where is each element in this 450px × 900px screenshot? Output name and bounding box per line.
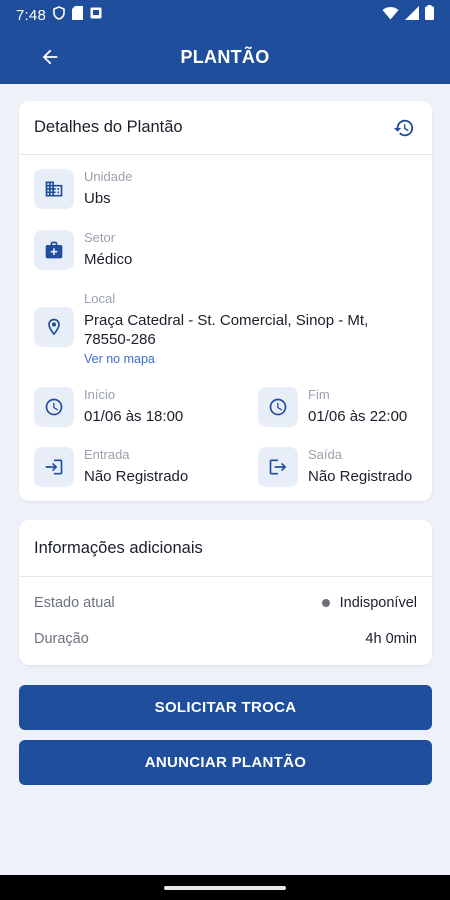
clock-icon — [45, 398, 63, 416]
start-row: Início 01/06 às 18:00 — [34, 387, 183, 427]
exit-icon-box — [258, 447, 298, 487]
building-icon — [45, 181, 63, 197]
login-icon — [45, 459, 63, 475]
state-line: Estado atual Indisponível — [34, 585, 417, 621]
exit-label: Saída — [308, 447, 342, 462]
sector-label: Setor — [84, 230, 116, 245]
location-line2: 78550-286 — [84, 331, 156, 348]
duration-value: 4h 0min — [365, 631, 417, 647]
duration-label: Duração — [34, 631, 89, 647]
sim-card-icon — [72, 5, 83, 25]
state-value: Indisponível — [339, 595, 417, 611]
unit-label: Unidade — [84, 169, 133, 184]
end-label: Fim — [308, 387, 330, 402]
duration-line: Duração 4h 0min — [34, 621, 417, 657]
state-label: Estado atual — [34, 595, 115, 611]
status-dot — [321, 599, 330, 607]
notification-icon — [90, 6, 102, 24]
logout-icon — [269, 459, 287, 475]
page-title: PLANTÃO — [180, 46, 270, 67]
announce-shift-button[interactable]: ANUNCIAR PLANTÃO — [19, 740, 432, 785]
exit-value: Não Registrado — [308, 468, 413, 485]
start-label: Início — [84, 387, 116, 402]
shift-details-card: Detalhes do Plantão Unidade Ubs Setor Mé… — [19, 101, 432, 501]
end-value: 01/06 às 22:00 — [308, 408, 408, 425]
request-swap-button[interactable]: SOLICITAR TROCA — [19, 685, 432, 730]
unit-row: Unidade Ubs — [34, 169, 132, 209]
location-row: Local Praça Catedral - St. Comercial, Si… — [34, 291, 368, 366]
additional-info-card: Informações adicionais Estado atual Indi… — [19, 520, 432, 665]
unit-value: Ubs — [84, 190, 111, 207]
start-icon-box — [34, 387, 74, 427]
shield-status-icon — [53, 5, 65, 25]
exit-row: Saída Não Registrado — [258, 447, 412, 487]
start-value: 01/06 às 18:00 — [84, 408, 184, 425]
location-line1: Praça Catedral - St. Comercial, Sinop - … — [84, 312, 369, 329]
end-icon-box — [258, 387, 298, 427]
history-icon — [393, 119, 414, 136]
navigation-bar — [0, 875, 450, 900]
location-pin-icon — [48, 318, 60, 336]
details-card-title: Detalhes do Plantão — [34, 118, 183, 136]
sector-value: Médico — [84, 251, 133, 268]
sector-row: Setor Médico — [34, 230, 132, 270]
back-button[interactable] — [36, 43, 64, 71]
home-indicator[interactable] — [164, 885, 286, 890]
wifi-icon — [382, 6, 399, 25]
location-icon-box — [34, 307, 74, 347]
status-time: 7:48 — [16, 6, 46, 24]
app-bar: PLANTÃO — [0, 30, 450, 84]
additional-card-title: Informações adicionais — [34, 538, 203, 557]
view-on-map-link[interactable]: Ver no mapa — [84, 352, 368, 366]
status-bar: 7:48 — [0, 0, 450, 30]
history-button[interactable] — [391, 115, 417, 141]
entry-value: Não Registrado — [84, 468, 189, 485]
arrow-left-icon — [42, 49, 58, 65]
entry-label: Entrada — [84, 447, 130, 462]
battery-icon — [425, 5, 434, 25]
end-row: Fim 01/06 às 22:00 — [258, 387, 407, 427]
sector-icon-box — [34, 230, 74, 270]
unit-icon-box — [34, 169, 74, 209]
clock-icon — [269, 398, 287, 416]
details-card-header: Detalhes do Plantão — [19, 101, 432, 155]
medical-bag-icon — [45, 241, 63, 259]
additional-card-header: Informações adicionais — [19, 520, 432, 577]
signal-icon — [405, 5, 419, 25]
entry-icon-box — [34, 447, 74, 487]
location-label: Local — [84, 291, 116, 306]
entry-row: Entrada Não Registrado — [34, 447, 188, 487]
